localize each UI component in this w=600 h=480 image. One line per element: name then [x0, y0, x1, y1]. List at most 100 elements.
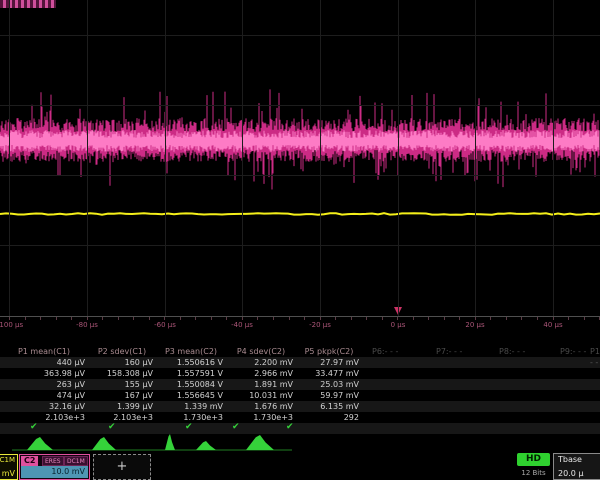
- c1-descriptor-box[interactable]: DC1M 0 mV: [0, 454, 18, 480]
- timebase-value: 20.0 µ: [558, 469, 583, 478]
- measure-value: 10.031 mV: [226, 390, 296, 401]
- measure-header[interactable]: P3 mean(C2): [156, 346, 226, 357]
- gridline-horizontal: [0, 175, 600, 176]
- axis-tick: [584, 317, 585, 320]
- axis-tick: [382, 317, 383, 320]
- axis-tick: [320, 317, 321, 320]
- axis-tick: [521, 317, 522, 320]
- measure-value: 2.103e+3: [0, 412, 88, 423]
- histicon-thumbnail[interactable]: [27, 437, 53, 450]
- axis-tick: [242, 317, 243, 320]
- measure-header[interactable]: P1 mean(C1): [0, 346, 88, 357]
- axis-tick: [226, 317, 227, 320]
- axis-tick: [428, 317, 429, 320]
- gridline-horizontal: [0, 245, 600, 246]
- measure-value: 1.676 mV: [226, 401, 296, 412]
- measure-row-min: 263 µV155 µV1.550084 V1.891 mV25.03 mV: [0, 379, 600, 390]
- measure-header-disabled[interactable]: P6:- - -: [372, 346, 398, 357]
- measure-value: 167 µV: [88, 390, 156, 401]
- axis-tick: [289, 317, 290, 320]
- time-axis-label: 40 µs: [543, 321, 562, 329]
- time-axis-label: -40 µs: [231, 321, 253, 329]
- timebase-label: Tbase: [558, 455, 582, 464]
- measure-value: 2.103e+3: [88, 412, 156, 423]
- c1-flat-trace[interactable]: [0, 213, 600, 215]
- time-axis-label: -20 µs: [309, 321, 331, 329]
- measure-value: 1.550616 V: [156, 357, 226, 368]
- gridline-horizontal: [0, 105, 600, 106]
- measure-table: P1 mean(C1)P2 sdev(C1)P3 mean(C2)P4 sdev…: [0, 346, 600, 434]
- gridline-vertical: [165, 0, 166, 316]
- axis-tick: [118, 317, 119, 320]
- c2-scale-value[interactable]: 10.0 mV: [21, 466, 88, 478]
- time-axis-label: 20 µs: [465, 321, 484, 329]
- axis-tick: [553, 317, 554, 320]
- axis-tick: [568, 317, 569, 320]
- gridline-vertical: [9, 0, 10, 316]
- measure-row-sdev: 32.16 µV1.399 µV1.339 mV1.676 mV6.135 mV: [0, 401, 600, 412]
- measure-header-disabled[interactable]: P9:- - -: [560, 346, 586, 357]
- add-trace-button[interactable]: +: [93, 454, 151, 480]
- histicon-row[interactable]: [0, 432, 600, 452]
- axis-tick: [71, 317, 72, 320]
- measure-value: 2.200 mV: [226, 357, 296, 368]
- axis-tick: [257, 317, 258, 320]
- histicon-thumbnail[interactable]: [196, 441, 216, 450]
- axis-tick: [397, 317, 398, 320]
- axis-tick: [366, 317, 367, 320]
- measure-header-row: P1 mean(C1)P2 sdev(C1)P3 mean(C2)P4 sdev…: [0, 346, 600, 357]
- hd-mode-badge[interactable]: HD: [517, 453, 550, 466]
- axis-tick: [9, 317, 10, 320]
- axis-tick: [459, 317, 460, 320]
- axis-tick: [335, 317, 336, 320]
- axis-tick: [475, 317, 476, 320]
- measure-value: 33.477 mV: [296, 368, 362, 379]
- c2-coupling-badge: DC1M: [64, 456, 88, 466]
- measure-value: 59.97 mV: [296, 390, 362, 401]
- time-axis-line: [0, 316, 600, 317]
- histicon-thumbnail[interactable]: [246, 435, 274, 450]
- measure-value: 32.16 µV: [0, 401, 88, 412]
- measure-header[interactable]: P5 pkpk(C2): [296, 346, 362, 357]
- measure-row-value: 440 µV160 µV1.550616 V2.200 mV27.97 mV: [0, 357, 600, 368]
- measure-value: 1.891 mV: [226, 379, 296, 390]
- measure-value: 1.339 mV: [156, 401, 226, 412]
- time-axis-label: 0 µs: [391, 321, 406, 329]
- histicon-thumbnail[interactable]: [165, 434, 175, 450]
- axis-tick: [56, 317, 57, 320]
- axis-tick: [180, 317, 181, 320]
- timebase-descriptor-box[interactable]: Tbase 20.0 µ: [553, 453, 600, 480]
- time-axis-label: -100 µs: [0, 321, 23, 329]
- resolution-bits-label: 12 Bits: [517, 469, 550, 477]
- axis-tick: [273, 317, 274, 320]
- time-axis-label: -80 µs: [76, 321, 98, 329]
- axis-tick: [164, 317, 165, 320]
- axis-tick: [506, 317, 507, 320]
- waveform-grid[interactable]: [0, 0, 600, 317]
- measure-header-disabled[interactable]: P7:- - -: [436, 346, 462, 357]
- measure-value: 363.98 µV: [0, 368, 88, 379]
- axis-tick: [87, 317, 88, 320]
- c2-descriptor-box[interactable]: C2 ERES DC1M 10.0 mV: [19, 454, 90, 480]
- measure-header-disabled[interactable]: P8:- - -: [499, 346, 525, 357]
- measure-value: 263 µV: [0, 379, 88, 390]
- measure-value: 2.966 mV: [226, 368, 296, 379]
- measure-header[interactable]: P4 sdev(C2): [226, 346, 296, 357]
- measure-value: 1.557591 V: [156, 368, 226, 379]
- gridline-vertical: [553, 0, 554, 316]
- measure-value: 6.135 mV: [296, 401, 362, 412]
- histicon-thumbnail[interactable]: [92, 437, 116, 450]
- axis-tick: [351, 317, 352, 320]
- measure-value: 292: [296, 412, 362, 423]
- axis-tick: [490, 317, 491, 320]
- descriptor-bar: DC1M 0 mV C2 ERES DC1M 10.0 mV + HD 12 B…: [0, 452, 600, 480]
- measure-value: 27.97 mV: [296, 357, 362, 368]
- measure-value: 440 µV: [0, 357, 88, 368]
- axis-tick: [444, 317, 445, 320]
- gridline-vertical: [320, 0, 321, 316]
- axis-tick: [102, 317, 103, 320]
- measure-header[interactable]: P2 sdev(C1): [88, 346, 156, 357]
- measure-row-num: 2.103e+32.103e+31.730e+31.730e+3292: [0, 412, 600, 423]
- gridline-vertical: [242, 0, 243, 316]
- gridline-horizontal: [0, 35, 600, 36]
